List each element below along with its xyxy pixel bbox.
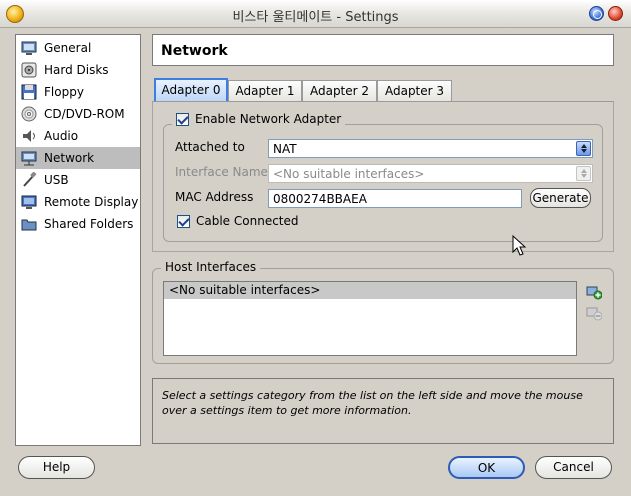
sidebar-item-general[interactable]: General xyxy=(16,37,140,59)
sidebar-item-label: Audio xyxy=(44,129,79,143)
sidebar-item-floppy[interactable]: Floppy xyxy=(16,81,140,103)
hard-disk-icon xyxy=(21,62,37,78)
interface-name-label: Interface Name xyxy=(175,165,268,179)
page-header: Network xyxy=(152,34,614,66)
sidebar-item-label: CD/DVD-ROM xyxy=(44,107,125,121)
audio-icon xyxy=(21,128,37,144)
cable-connected-check[interactable] xyxy=(177,214,190,228)
sidebar-item-label: USB xyxy=(44,173,69,187)
help-button[interactable]: Help xyxy=(18,456,95,479)
close-button[interactable] xyxy=(608,6,623,21)
floppy-icon xyxy=(21,84,37,100)
sidebar-item-label: Remote Display xyxy=(44,195,139,209)
attached-to-value: NAT xyxy=(273,142,297,156)
sidebar-item-label: Hard Disks xyxy=(44,63,109,77)
shared-folders-icon xyxy=(21,216,37,232)
remote-display-icon xyxy=(21,194,37,210)
cancel-button[interactable]: Cancel xyxy=(535,456,612,479)
enable-adapter-label: Enable Network Adapter xyxy=(195,112,342,126)
interface-name-value: <No suitable interfaces> xyxy=(273,167,425,181)
usb-icon xyxy=(21,172,37,188)
sidebar-item-remote-display[interactable]: Remote Display xyxy=(16,191,140,213)
enable-adapter-checkbox[interactable]: Enable Network Adapter xyxy=(172,112,346,126)
tab-adapter-1[interactable]: Adapter 1 xyxy=(228,80,302,101)
sidebar-item-shared-folders[interactable]: Shared Folders xyxy=(16,213,140,235)
combo-arrow-icon xyxy=(576,141,591,156)
mac-address-input[interactable]: 0800274BBAEA xyxy=(268,189,522,208)
attached-to-select[interactable]: NAT xyxy=(268,139,593,158)
info-text: Select a settings category from the list… xyxy=(162,389,583,417)
sidebar-item-audio[interactable]: Audio xyxy=(16,125,140,147)
enable-adapter-check[interactable] xyxy=(176,112,189,126)
sidebar-item-label: Network xyxy=(44,151,95,165)
attached-to-label: Attached to xyxy=(175,140,245,154)
window-title: 비스타 울티메이트 - Settings xyxy=(232,10,399,25)
add-interface-icon[interactable] xyxy=(586,284,603,300)
sidebar-item-network[interactable]: Network xyxy=(16,147,140,169)
generate-button[interactable]: Generate xyxy=(530,188,591,208)
tab-adapter-0[interactable]: Adapter 0 xyxy=(154,78,228,102)
interface-name-select[interactable]: <No suitable interfaces> xyxy=(268,164,593,183)
mac-address-label: MAC Address xyxy=(175,190,254,204)
tab-adapter-3[interactable]: Adapter 3 xyxy=(377,80,452,101)
sidebar-item-hard-disks[interactable]: Hard Disks xyxy=(16,59,140,81)
minimize-button[interactable] xyxy=(589,6,604,21)
cable-connected-label: Cable Connected xyxy=(196,214,299,228)
settings-category-list[interactable]: General Hard Disks Floppy CD/DVD-ROM Aud… xyxy=(15,34,141,446)
sidebar-item-label: Shared Folders xyxy=(44,217,134,231)
cd-dvd-icon xyxy=(21,106,37,122)
tab-adapter-2[interactable]: Adapter 2 xyxy=(302,80,377,101)
info-box: Select a settings category from the list… xyxy=(152,378,614,444)
page-title: Network xyxy=(161,43,228,59)
host-interfaces-list[interactable]: <No suitable interfaces> xyxy=(163,281,577,356)
remove-interface-icon[interactable] xyxy=(586,305,603,321)
mouse-cursor-icon xyxy=(512,234,528,257)
sidebar-item-label: Floppy xyxy=(44,85,84,99)
sidebar-item-label: General xyxy=(44,41,92,55)
general-icon xyxy=(21,40,37,56)
sidebar-item-cd-dvd[interactable]: CD/DVD-ROM xyxy=(16,103,140,125)
title-bar: 비스타 울티메이트 - Settings xyxy=(0,0,631,28)
sidebar-item-usb[interactable]: USB xyxy=(16,169,140,191)
list-item[interactable]: <No suitable interfaces> xyxy=(164,282,576,299)
host-interfaces-title: Host Interfaces xyxy=(161,260,261,274)
ok-button[interactable]: OK xyxy=(448,456,525,479)
network-icon xyxy=(21,150,37,166)
combo-arrow-icon xyxy=(576,166,591,181)
cable-connected-checkbox[interactable]: Cable Connected xyxy=(177,214,299,228)
